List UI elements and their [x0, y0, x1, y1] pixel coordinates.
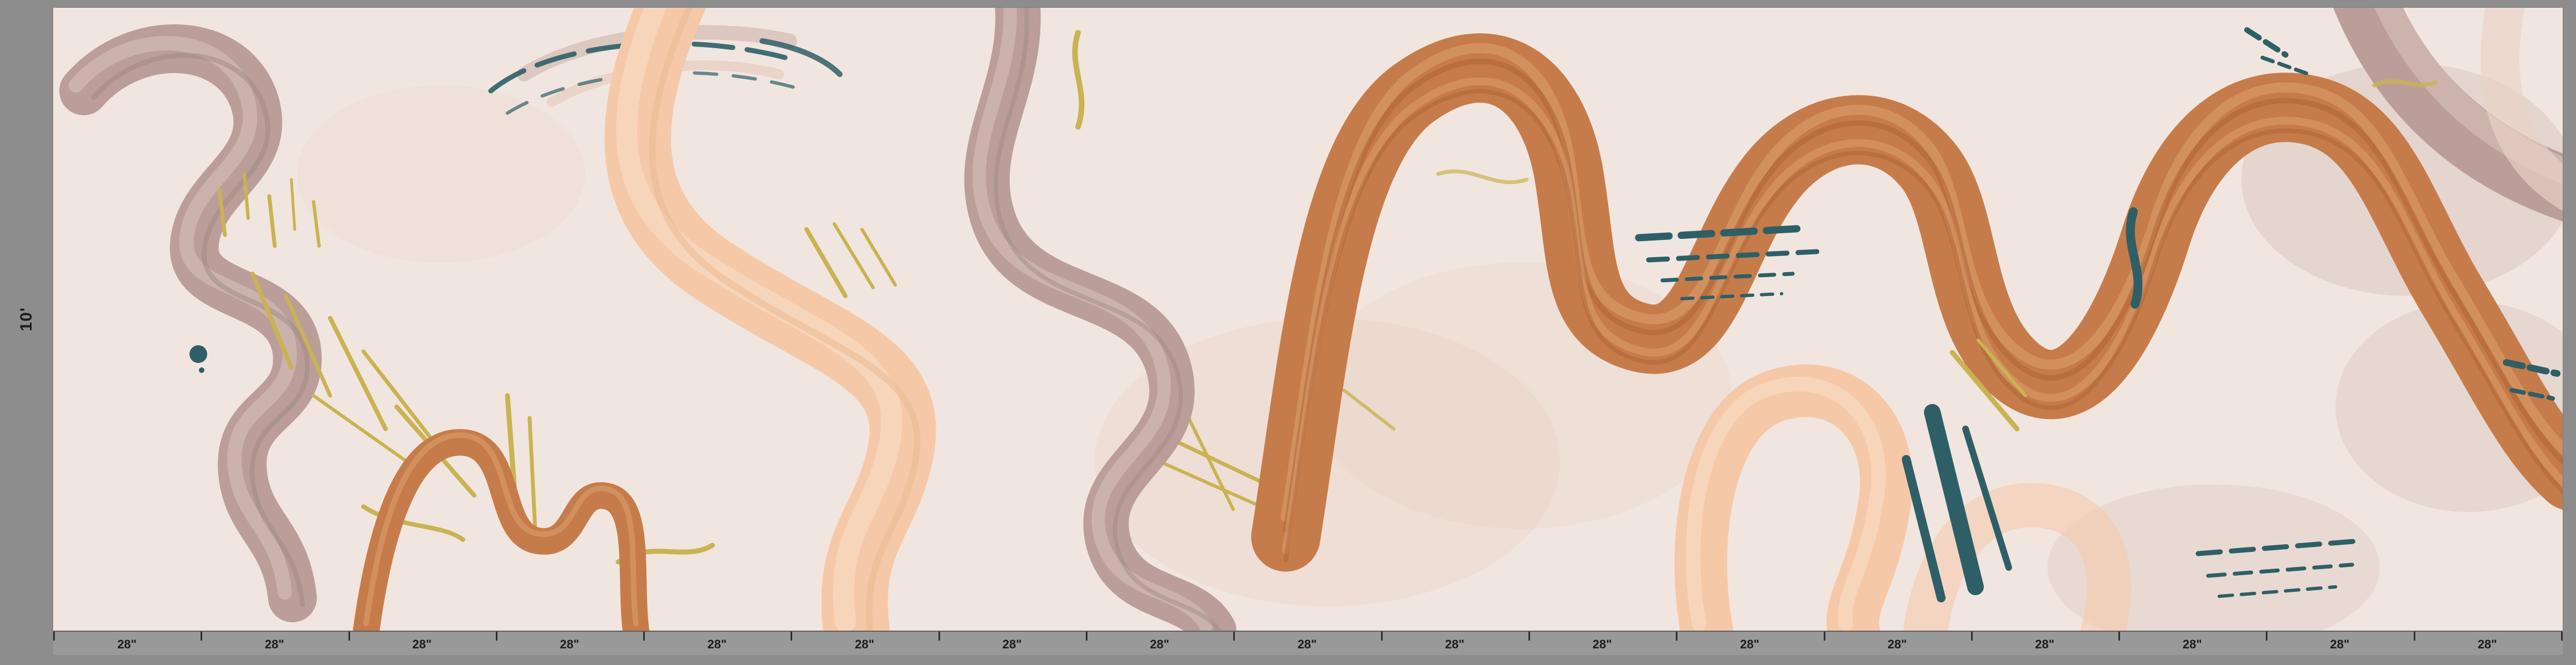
- panel-width-label: 28": [117, 635, 137, 652]
- width-ruler: 28" 28" 28" 28" 28" 28" 28" 28" 28" 28" 28" 28" 28" 2…: [53, 631, 2563, 655]
- ruler-tick: [791, 632, 792, 641]
- ruler-tick: [643, 632, 645, 641]
- ruler-tick: [2561, 632, 2563, 641]
- ruler-panel: 28": [53, 632, 201, 655]
- panel-width-label: 28": [1740, 635, 1759, 652]
- teal-splatter-dot: [189, 345, 207, 373]
- ruler-tick: [1824, 632, 1825, 641]
- ruler-tick: [53, 632, 55, 641]
- panel-width-label: 28": [412, 635, 432, 652]
- ruler-tick: [938, 632, 940, 641]
- mural-artwork: [53, 8, 2563, 631]
- panel-width-label: 28": [1150, 635, 1169, 652]
- ruler-tick: [1086, 632, 1087, 641]
- panel-width-label: 28": [2330, 635, 2349, 652]
- ruler-panel: 28": [1086, 632, 1233, 655]
- panel-width-label: 28": [1002, 635, 1022, 652]
- ruler-panel: 28": [2414, 632, 2561, 655]
- ruler-panel: 28": [1233, 632, 1381, 655]
- ruler-tick: [348, 632, 350, 641]
- panel-width-label: 28": [265, 635, 284, 652]
- ruler-panel: 28": [1824, 632, 1971, 655]
- ruler-panel: 28": [2118, 632, 2266, 655]
- brush-stroke-peach-large: [627, 8, 917, 631]
- ruler-tick: [201, 632, 202, 641]
- ruler-tick: [2266, 632, 2267, 641]
- ruler-panel: 28": [1381, 632, 1528, 655]
- ruler-panel: 28": [496, 632, 643, 655]
- ruler-tick: [2118, 632, 2120, 641]
- ruler-tick: [1676, 632, 1677, 641]
- panel-width-label: 28": [707, 635, 727, 652]
- ruler-panel: 28": [1528, 632, 1676, 655]
- panel-width-label: 28": [2183, 635, 2202, 652]
- panel-width-label: 28": [1297, 635, 1317, 652]
- panel-width-label: 28": [2035, 635, 2055, 652]
- ruler-panel: 28": [1676, 632, 1823, 655]
- mural-preview-stage: 10': [0, 0, 2576, 665]
- brush-stroke-peach-right: [1693, 384, 2109, 631]
- ruler-tick: [496, 632, 497, 641]
- panel-width-label: 28": [1887, 635, 1907, 652]
- ruler-tick: [1971, 632, 1973, 641]
- ruler-panel: 28": [348, 632, 496, 655]
- panel-width-label: 28": [1445, 635, 1464, 652]
- brush-stroke-terracotta-small: [366, 435, 636, 631]
- ruler-tick: [1528, 632, 1530, 641]
- ruler-tick: [1381, 632, 1383, 641]
- ruler-panel: 28": [2266, 632, 2413, 655]
- panel-width-label: 28": [560, 635, 579, 652]
- panel-width-label: 28": [1593, 635, 1612, 652]
- ruler-tick: [1233, 632, 1235, 641]
- ruler-panel: 28": [643, 632, 791, 655]
- ruler-panel: 28": [1971, 632, 2118, 655]
- ruler-panel: 28": [201, 632, 348, 655]
- ruler-panel: 28": [938, 632, 1086, 655]
- mural-canvas: [53, 8, 2563, 631]
- panel-width-label: 28": [2477, 635, 2497, 652]
- ruler-tick: [2414, 632, 2415, 641]
- ruler-panel: 28": [791, 632, 938, 655]
- height-label: 10': [17, 307, 36, 331]
- height-ruler: 10': [0, 8, 53, 631]
- panel-width-label: 28": [855, 635, 874, 652]
